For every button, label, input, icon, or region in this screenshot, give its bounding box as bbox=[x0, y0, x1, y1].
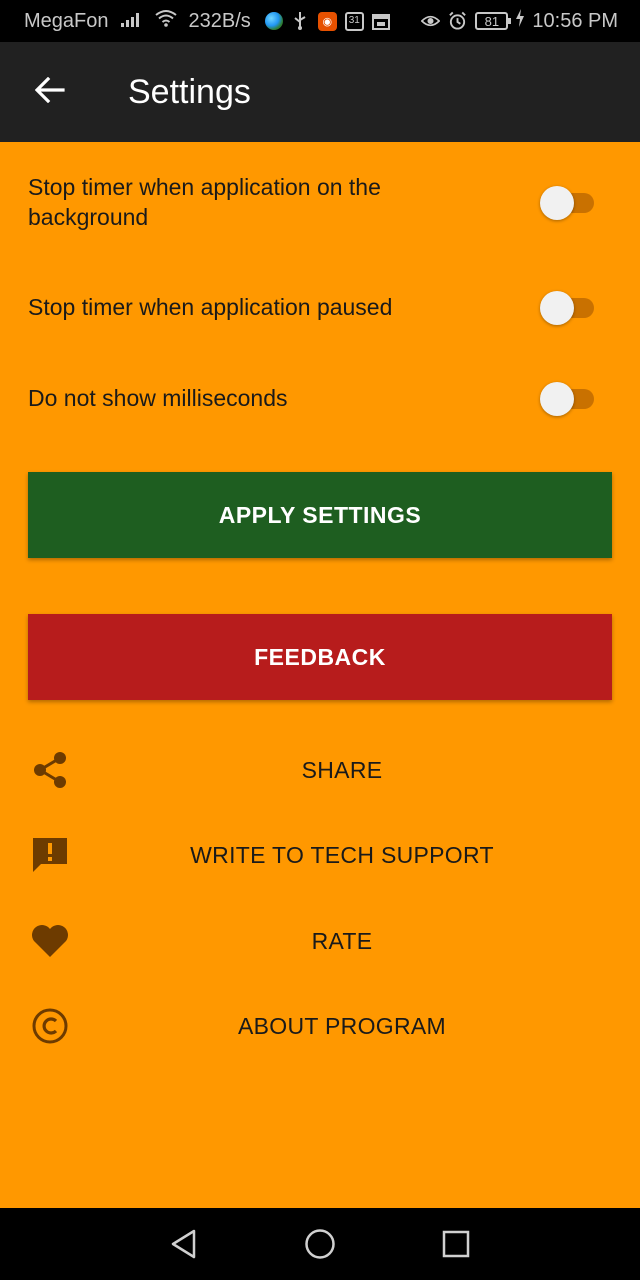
toggle-stop-on-background[interactable] bbox=[536, 182, 596, 222]
status-bar: MegaFon 232B/s ◉ 31 81 10:56 PM bbox=[0, 0, 640, 42]
carrier-name: MegaFon bbox=[24, 9, 109, 32]
system-nav-bar bbox=[0, 1208, 640, 1280]
clock-time: 10:56 PM bbox=[532, 9, 618, 32]
nav-home-button[interactable] bbox=[302, 1226, 338, 1262]
toggle-hide-milliseconds[interactable] bbox=[536, 378, 596, 418]
battery-icon: 81 bbox=[475, 12, 512, 30]
setting-label: Stop timer when application paused bbox=[28, 294, 393, 320]
menu-label: RATE bbox=[311, 927, 373, 954]
globe-icon bbox=[264, 12, 283, 30]
setting-row-background: Stop timer when application on the backg… bbox=[28, 172, 612, 232]
nav-back-button[interactable] bbox=[166, 1226, 202, 1262]
app-notification-icon: ◉ bbox=[317, 11, 337, 31]
calendar-app-icon bbox=[372, 12, 391, 31]
charging-icon bbox=[516, 9, 525, 33]
feedback-button[interactable]: FEEDBACK bbox=[28, 614, 612, 700]
page-title: Settings bbox=[128, 72, 251, 111]
eye-icon bbox=[421, 12, 441, 31]
calendar-icon: 31 bbox=[344, 11, 364, 31]
setting-label: Do not show milliseconds bbox=[28, 385, 288, 411]
setting-label: Stop timer when application on the backg… bbox=[28, 174, 381, 230]
alarm-icon bbox=[448, 11, 467, 31]
menu-item-share[interactable]: SHARE bbox=[0, 730, 640, 810]
menu-item-rate[interactable]: RATE bbox=[0, 901, 640, 981]
switch-thumb bbox=[540, 382, 574, 416]
switch-thumb bbox=[540, 186, 574, 220]
nav-recents-button[interactable] bbox=[438, 1226, 474, 1262]
menu-label: SHARE bbox=[301, 756, 383, 783]
net-speed: 232B/s bbox=[188, 9, 251, 32]
app-bar: Settings bbox=[0, 42, 640, 142]
menu-item-tech-support[interactable]: WRITE TO TECH SUPPORT bbox=[0, 815, 640, 895]
apply-settings-button[interactable]: APPLY SETTINGS bbox=[28, 472, 612, 558]
menu-label: WRITE TO TECH SUPPORT bbox=[190, 841, 494, 868]
setting-row-paused: Stop timer when application paused bbox=[28, 277, 612, 337]
toggle-stop-on-pause[interactable] bbox=[536, 287, 596, 327]
usb-icon bbox=[291, 12, 310, 31]
setting-row-milliseconds: Do not show milliseconds bbox=[28, 368, 612, 428]
menu-label: ABOUT PROGRAM bbox=[238, 1012, 446, 1039]
wifi-icon bbox=[154, 9, 177, 33]
arrow-back-icon bbox=[34, 76, 65, 108]
settings-content: Stop timer when application on the backg… bbox=[0, 142, 640, 1208]
back-button[interactable] bbox=[0, 42, 100, 142]
switch-thumb bbox=[540, 291, 574, 325]
signal-icon bbox=[120, 10, 143, 33]
menu-item-about[interactable]: ABOUT PROGRAM bbox=[0, 986, 640, 1066]
